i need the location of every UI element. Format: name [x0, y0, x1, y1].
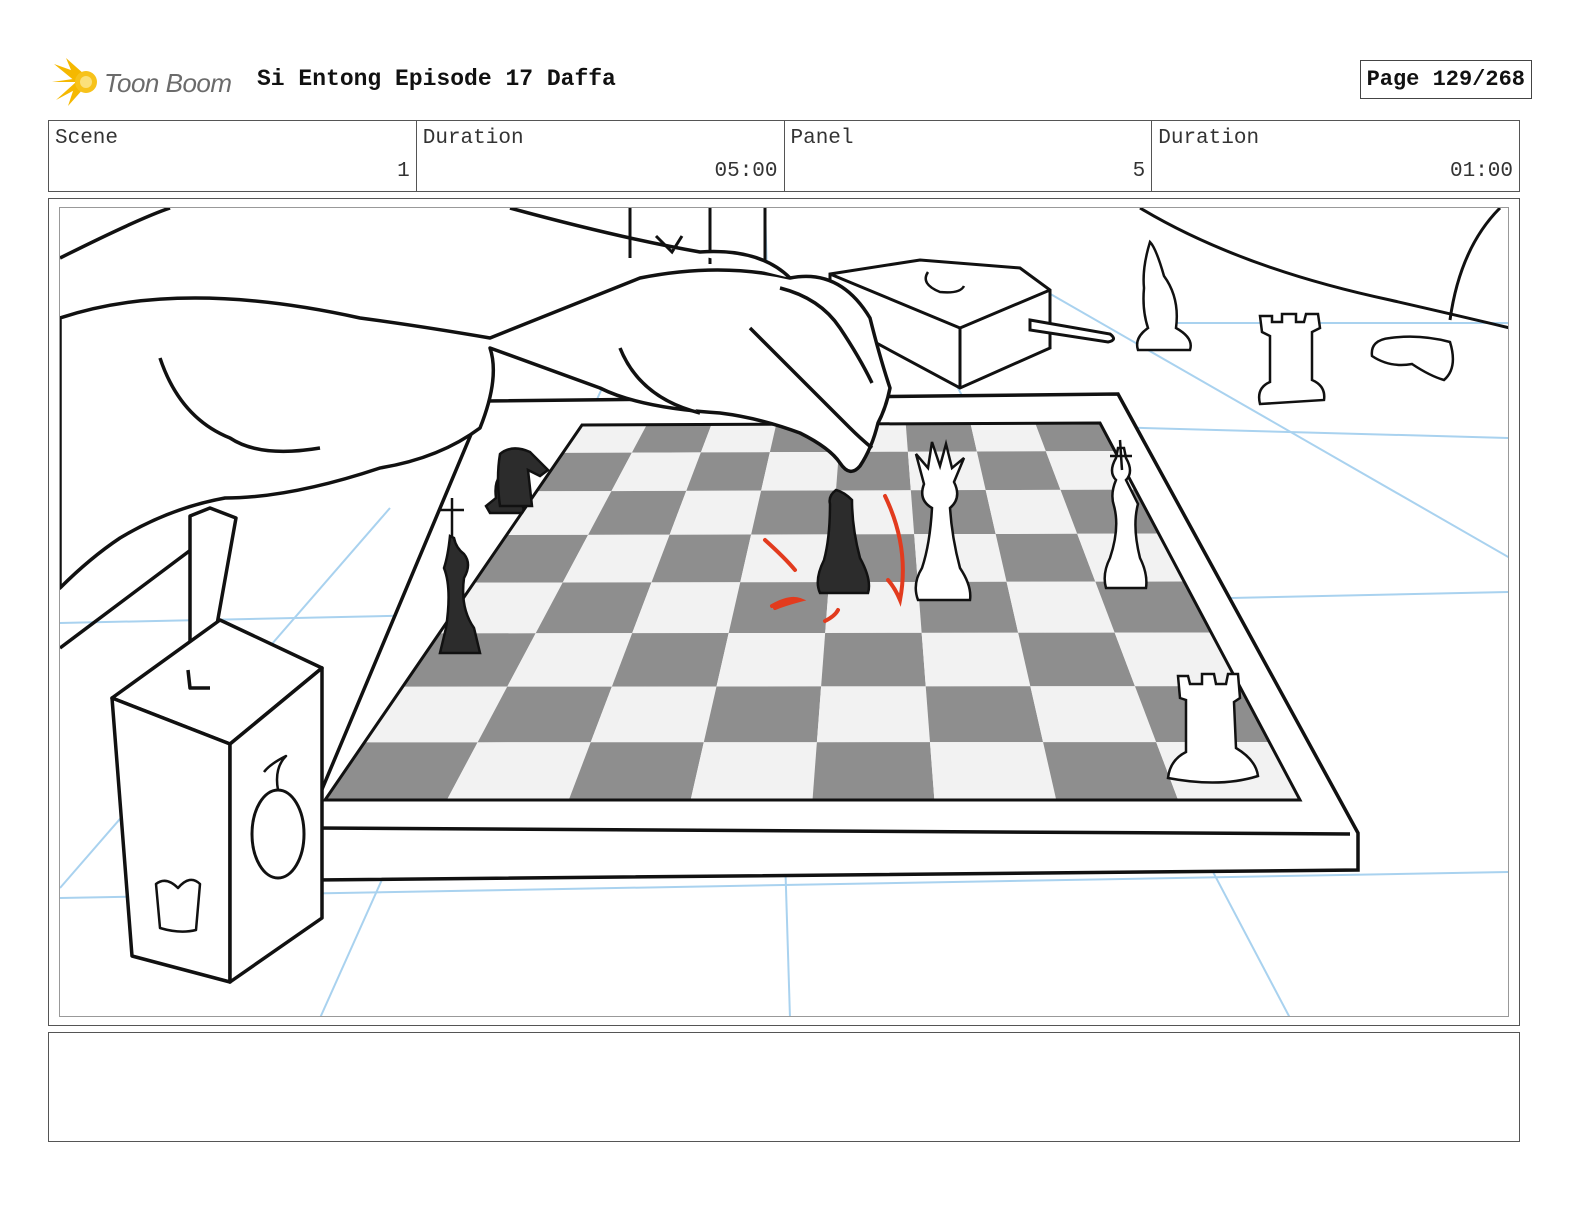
panel-cell: Panel 5: [785, 121, 1153, 191]
notes-box: [48, 1032, 1520, 1142]
page-number: Page 129/268: [1359, 60, 1532, 99]
board-square: [611, 633, 729, 687]
board-square: [929, 742, 1057, 800]
board-square: [568, 742, 704, 800]
scene-value: 1: [397, 160, 410, 183]
board-square: [921, 632, 1031, 687]
board-square: [716, 632, 826, 687]
toon-boom-sun-icon: [52, 58, 97, 106]
board-square: [821, 632, 926, 687]
board-square: [976, 451, 1061, 491]
toon-boom-logo: Toon Boom: [52, 56, 242, 106]
scene-info-table: Scene 1 Duration 05:00 Panel 5 Duration …: [48, 120, 1520, 192]
board-square: [700, 424, 777, 453]
board-square: [690, 742, 817, 800]
board-square: [905, 423, 977, 452]
board-square: [761, 451, 839, 491]
project-title: Si Entong Episode 17 Daffa: [257, 66, 616, 92]
board-square: [703, 686, 822, 743]
board-square: [1030, 686, 1157, 743]
board-square: [1018, 632, 1135, 687]
scene-duration-label: Duration: [422, 127, 524, 150]
scene-duration-cell: Duration 05:00: [417, 121, 785, 191]
page-header: Toon Boom Si Entong Episode 17 Daffa Pag…: [52, 52, 1532, 108]
juice-box: [110, 506, 324, 984]
panel-duration-value: 01:00: [1449, 160, 1513, 183]
board-square: [970, 423, 1046, 452]
board-square: [816, 686, 930, 743]
chess-scene-sketch: [60, 208, 1508, 1016]
captured-white-bishop: [1135, 239, 1192, 352]
panel-duration-label: Duration: [1158, 127, 1260, 150]
board-square: [590, 686, 717, 743]
logo-text: Toon Boom: [104, 68, 232, 98]
scene-duration-value: 05:00: [714, 160, 778, 183]
panel-duration-cell: Duration 01:00: [1152, 121, 1519, 191]
fallen-white-pawn: [1370, 335, 1455, 382]
scene-cell: Scene 1: [49, 121, 417, 191]
scene-label: Scene: [55, 127, 119, 150]
board-square: [812, 742, 935, 800]
panel-label: Panel: [790, 127, 854, 150]
panel-value: 5: [1132, 160, 1146, 183]
board-square: [686, 452, 770, 491]
panel-drawing: [59, 207, 1509, 1017]
board-square: [925, 686, 1044, 743]
captured-white-rook: [1257, 312, 1326, 406]
board-square: [1043, 742, 1179, 800]
board-square: [751, 490, 836, 535]
storyboard-panel: [48, 198, 1520, 1026]
